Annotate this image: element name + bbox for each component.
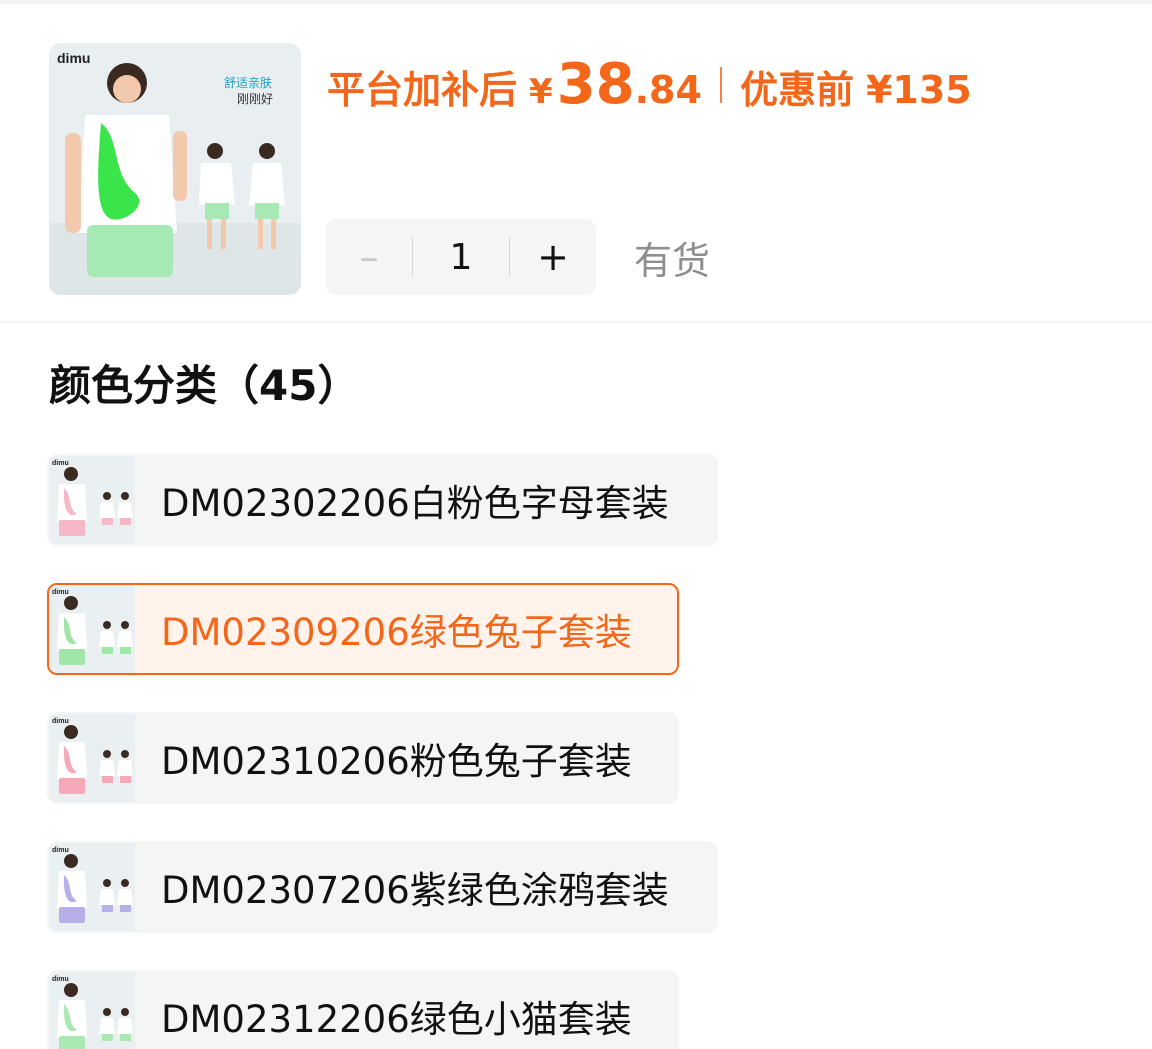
color-option[interactable]: dimu DM02309206绿色兔子套装 — [47, 583, 679, 675]
section-divider — [0, 321, 1152, 323]
quantity-stepper: – 1 + — [326, 219, 596, 295]
product-header: dimu 舒适亲肤 刚刚好 平台加补后 ¥ 38 .84 优惠前 ¥135 – … — [0, 4, 1152, 322]
option-label: DM02307206紫绿色涂鸦套装 — [161, 869, 669, 912]
option-thumbnail: dimu — [49, 456, 135, 544]
svg-text:dimu: dimu — [52, 847, 69, 854]
stock-status: 有货 — [634, 239, 711, 283]
option-label: DM02312206绿色小猫套装 — [161, 998, 632, 1041]
thumb-brand-text: dimu — [57, 50, 90, 66]
original-price: ¥135 — [865, 68, 972, 112]
option-label: DM02302206白粉色字母套装 — [161, 482, 669, 525]
svg-text:刚刚好: 刚刚好 — [237, 92, 273, 106]
option-label: DM02309206绿色兔子套装 — [161, 611, 632, 654]
option-thumbnail: dimu — [49, 972, 135, 1049]
price-decimal: .84 — [634, 68, 702, 112]
svg-text:dimu: dimu — [52, 718, 69, 725]
option-label: DM02310206粉色兔子套装 — [161, 740, 632, 783]
color-section-title: 颜色分类（45） — [49, 361, 360, 410]
increase-quantity-button[interactable]: + — [510, 219, 596, 295]
svg-text:dimu: dimu — [52, 589, 69, 596]
svg-text:dimu: dimu — [52, 460, 69, 467]
price-separator — [719, 66, 722, 103]
price-integer: 38 — [556, 52, 635, 117]
price-row: 平台加补后 ¥ 38 .84 优惠前 ¥135 — [327, 52, 972, 117]
original-price-label: 优惠前 — [739, 68, 854, 112]
decrease-quantity-button[interactable]: – — [326, 219, 412, 295]
color-option[interactable]: dimu DM02307206紫绿色涂鸦套装 — [47, 841, 718, 933]
color-option[interactable]: dimu DM02310206粉色兔子套装 — [47, 712, 679, 804]
quantity-value[interactable]: 1 — [413, 237, 509, 278]
price-currency: ¥ — [529, 72, 553, 112]
svg-text:dimu: dimu — [52, 976, 69, 983]
option-thumbnail: dimu — [49, 843, 135, 931]
product-main-image[interactable]: dimu 舒适亲肤 刚刚好 — [49, 43, 301, 295]
price-prefix-label: 平台加补后 — [327, 68, 518, 112]
color-option[interactable]: dimu DM02312206绿色小猫套装 — [47, 970, 679, 1049]
option-thumbnail: dimu — [49, 585, 135, 673]
svg-text:舒适亲肤: 舒适亲肤 — [224, 75, 272, 90]
option-thumbnail: dimu — [49, 714, 135, 802]
color-option[interactable]: dimu DM02302206白粉色字母套装 — [47, 454, 718, 546]
